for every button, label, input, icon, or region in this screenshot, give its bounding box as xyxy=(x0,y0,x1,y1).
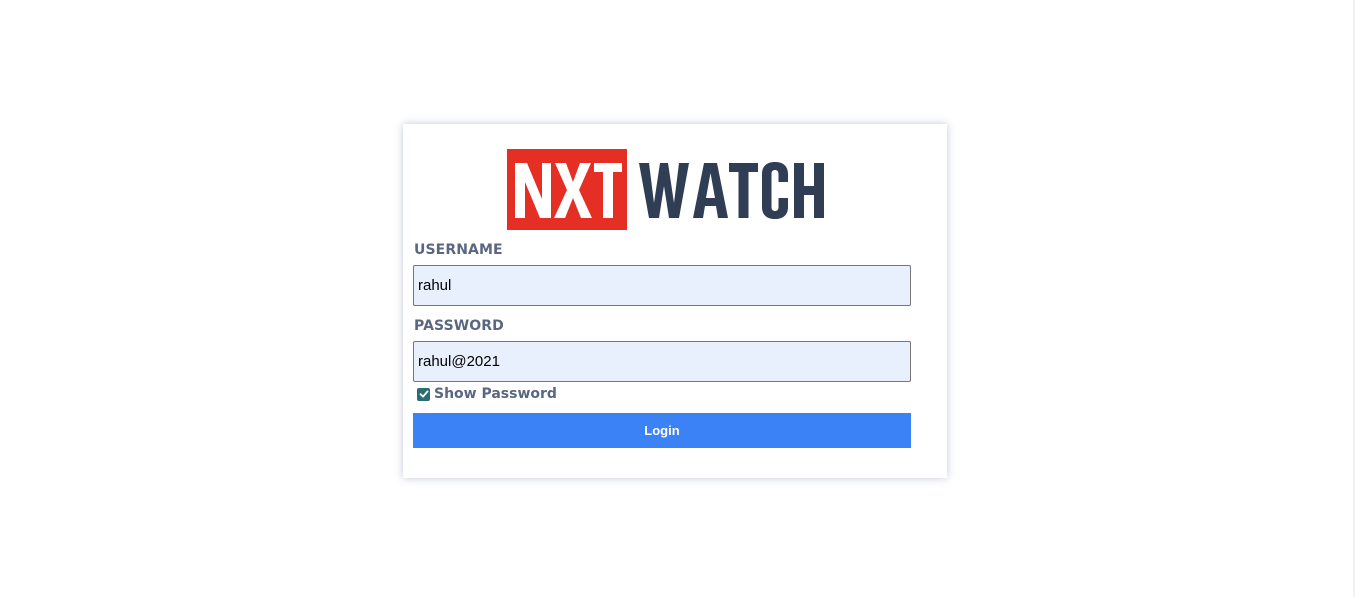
username-input[interactable] xyxy=(413,265,911,306)
nxt-watch-logo xyxy=(507,149,837,230)
show-password-label[interactable]: Show Password xyxy=(434,386,557,402)
nxt-watch-logo-image xyxy=(507,149,824,230)
password-input[interactable] xyxy=(413,341,911,382)
login-card: USERNAME PASSWORD Show Password Login xyxy=(403,124,947,478)
show-password-row[interactable]: Show Password xyxy=(417,385,557,403)
show-password-checkbox[interactable] xyxy=(417,387,430,401)
username-label: USERNAME xyxy=(414,242,503,258)
checkmark-icon xyxy=(419,390,428,398)
login-button[interactable]: Login xyxy=(413,413,911,448)
password-label: PASSWORD xyxy=(414,318,504,334)
